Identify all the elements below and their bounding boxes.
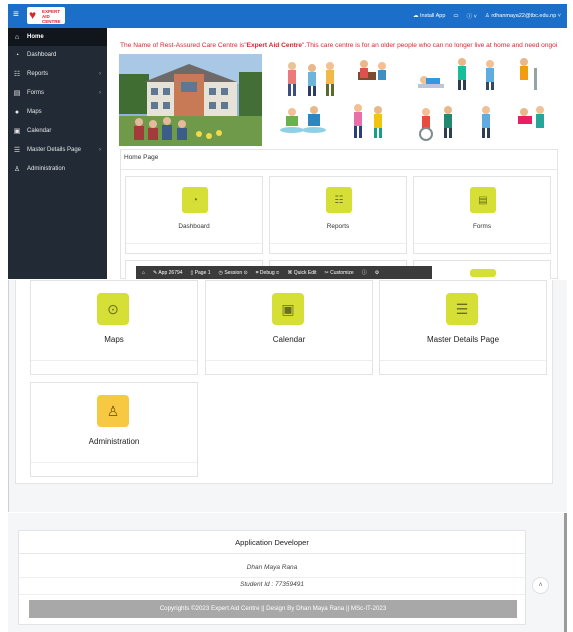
scroll-to-top-button[interactable]: ˄ [532, 577, 549, 594]
top-screenshot-section: ≡ ♥ EXPERT AID CENTRE ☁ Install App ▭ ⓘ … [8, 4, 567, 279]
form-card-icon: ▤ [470, 187, 496, 213]
card-administration[interactable]: ♙ Administration [30, 382, 198, 477]
gauge-icon: ◔ [182, 187, 208, 213]
home-page-region-continued: ⊙ Maps ▣ Calendar ☰ Master Details Page … [15, 280, 553, 484]
sidebar-item-maps[interactable]: ● Maps [8, 103, 107, 121]
card-master-details[interactable]: ☰ Master Details Page [379, 280, 547, 375]
card-partial-3 [413, 260, 551, 279]
dashboard-icon: ◔ [14, 51, 20, 59]
middle-screenshot-section: ⊙ Maps ▣ Calendar ☰ Master Details Page … [8, 280, 567, 512]
developer-name: Dhan Maya Rana [246, 564, 298, 571]
developer-toolbar: ⌂ ✎ App 26794 ▯ Page 1 ◷ Session ⊙ ⌗ Deb… [136, 266, 432, 279]
sidebar-item-calendar[interactable]: ▣ Calendar [8, 122, 107, 140]
forms-icon: ▤ [13, 90, 21, 97]
master-details-icon: ☰ [13, 147, 21, 154]
devbar-app[interactable]: ✎ App 26794 [153, 270, 183, 276]
heart-logo-icon: ♥ [29, 8, 37, 22]
devbar-debug[interactable]: ⌗ Debug ⊙ [256, 270, 280, 276]
card-forms[interactable]: ▤ Forms [413, 176, 551, 254]
chat-icon[interactable]: ▭ [453, 13, 458, 19]
student-id: Student Id : 77359491 [240, 581, 304, 588]
sidebar-item-dashboard[interactable]: ◔ Dashboard [8, 46, 107, 64]
card-icon-partial [470, 269, 496, 277]
developer-title: Application Developer [235, 538, 309, 547]
devbar-page[interactable]: ▯ Page 1 [191, 270, 211, 276]
master-detail-icon: ☰ [446, 293, 478, 325]
sidebar-item-home[interactable]: ⌂ Home [8, 28, 107, 46]
reports-icon: ☷ [13, 71, 21, 78]
chevron-right-icon: › [99, 90, 101, 96]
chevron-right-icon: › [99, 71, 101, 77]
report-list-icon: ☷ [326, 187, 352, 213]
calendar-icon: ▣ [13, 128, 21, 135]
card-maps[interactable]: ⊙ Maps [30, 280, 198, 375]
chevron-up-icon: ˄ [538, 582, 543, 589]
app-logo[interactable]: ♥ EXPERT AID CENTRE [27, 7, 65, 24]
care-centre-photo [119, 54, 262, 146]
scrolling-banner-text: The Name of Rest-Assured Care Centre is"… [120, 42, 558, 49]
settings-gear-icon[interactable]: ⚙ [375, 270, 379, 276]
card-reports[interactable]: ☷ Reports [269, 176, 407, 254]
install-app-button[interactable]: ☁ Install App [413, 13, 445, 19]
hamburger-menu-icon[interactable]: ≡ [13, 10, 19, 20]
user-menu[interactable]: ♙ rdhanmaya22@tbc.edu.np ˅ [485, 13, 561, 19]
calendar-clock-icon: ▣ [272, 293, 304, 325]
sidebar-item-master-details[interactable]: ☰ Master Details Page › [8, 141, 107, 159]
sidebar-item-administration[interactable]: ♙ Administration [8, 160, 107, 178]
card-calendar[interactable]: ▣ Calendar [205, 280, 373, 375]
main-content: The Name of Rest-Assured Care Centre is"… [107, 28, 567, 279]
sidebar-item-forms[interactable]: ▤ Forms › [8, 84, 107, 102]
home-icon: ⌂ [14, 33, 20, 41]
sidebar-item-reports[interactable]: ☷ Reports › [8, 65, 107, 83]
home-page-region: Home Page ◔ Dashboard ☷ Reports ▤ Forms [120, 149, 558, 279]
logo-text-3: CENTRE [42, 19, 61, 24]
user-key-icon: ♙ [97, 395, 129, 427]
info-icon[interactable]: ⓘ [362, 269, 367, 276]
home-icon[interactable]: ⌂ [142, 270, 145, 276]
card-dashboard[interactable]: ◔ Dashboard [125, 176, 263, 254]
developer-info-card: Application Developer Dhan Maya Rana Stu… [18, 530, 526, 625]
sidebar: ⌂ Home ◔ Dashboard ☷ Reports › ▤ Forms › ● Maps… [8, 28, 107, 279]
top-header: ≡ ♥ EXPERT AID CENTRE ☁ Install App ▭ ⓘ … [8, 4, 567, 28]
bottom-screenshot-section: Application Developer Dhan Maya Rana Stu… [8, 513, 567, 632]
elderly-therapy-illustration [412, 54, 558, 146]
devbar-customize[interactable]: ✂ Customize [325, 270, 354, 276]
copyright-bar: Copyrights ©2023 Expert Aid Centre || De… [29, 600, 517, 618]
elderly-exercise-illustration [272, 54, 407, 146]
region-title: Home Page [124, 154, 159, 161]
devbar-session[interactable]: ◷ Session ⊙ [219, 270, 248, 276]
map-pin-icon: ● [14, 108, 20, 116]
chevron-right-icon: › [99, 147, 101, 153]
user-icon: ♙ [484, 13, 490, 19]
cloud-download-icon: ☁ [413, 13, 419, 19]
help-icon[interactable]: ⓘ ˅ [467, 12, 477, 20]
map-pin-icon: ⊙ [97, 293, 129, 325]
admin-user-icon: ♙ [13, 166, 21, 173]
devbar-quick-edit[interactable]: ⌘ Quick Edit [287, 270, 316, 276]
